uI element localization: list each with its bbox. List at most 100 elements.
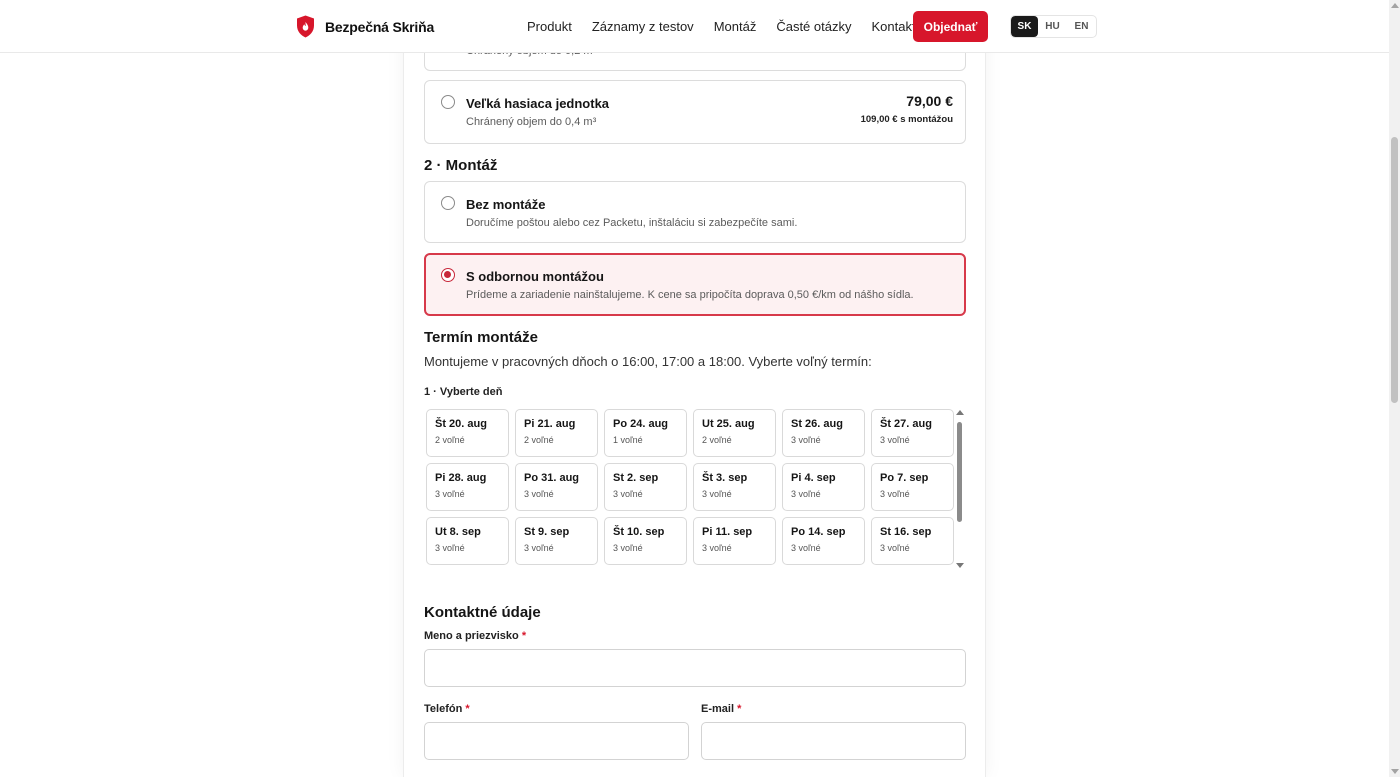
day-option[interactable]: Po 31. aug 3 voľné [515, 463, 598, 511]
install-none-desc: Doručíme poštou alebo cez Packetu, inšta… [466, 217, 798, 229]
language-switcher: SK HU EN [1010, 15, 1097, 38]
day-picker-grid: Št 20. aug 2 voľné Pi 21. aug 2 voľné Po 24.… [426, 409, 956, 565]
day-option-label: Pi 4. sep [791, 472, 836, 484]
email-required-mark: * [737, 703, 742, 715]
day-option[interactable]: Pi 28. aug 3 voľné [426, 463, 509, 511]
day-option-label: St 26. aug [791, 418, 843, 430]
lang-en[interactable]: EN [1067, 16, 1096, 37]
install-option-professional[interactable]: S odbornou montážou Prídeme a zariadenie… [424, 253, 966, 316]
day-option[interactable]: Ut 8. sep 3 voľné [426, 517, 509, 565]
page-scrollbar[interactable] [1389, 0, 1400, 777]
day-option-label: Ut 8. sep [435, 526, 481, 538]
nav-item-test-records[interactable]: Záznamy z testov [592, 19, 694, 34]
phone-field[interactable] [424, 722, 689, 760]
day-option[interactable]: Št 3. sep 3 voľné [693, 463, 776, 511]
day-picker-scroll-up-icon[interactable] [956, 410, 964, 415]
day-option[interactable]: Pi 4. sep 3 voľné [782, 463, 865, 511]
shield-icon [297, 15, 314, 38]
lang-hu[interactable]: HU [1038, 16, 1067, 37]
schedule-heading: Termín montáže [424, 329, 538, 346]
name-field[interactable] [424, 649, 966, 687]
day-option-availability: 2 voľné [435, 435, 465, 445]
day-option[interactable]: Št 10. sep 3 voľné [604, 517, 687, 565]
phone-label-text: Telefón [424, 703, 463, 715]
day-option-label: St 16. sep [880, 526, 932, 538]
day-option[interactable]: Po 7. sep 3 voľné [871, 463, 954, 511]
day-option-availability: 3 voľné [435, 489, 465, 499]
day-option-label: Ut 25. aug [702, 418, 755, 430]
product-large-radio[interactable] [441, 95, 455, 109]
day-option[interactable]: Ut 25. aug 2 voľné [693, 409, 776, 457]
day-option[interactable]: Pi 11. sep 3 voľné [693, 517, 776, 565]
product-large-price-install: 109,00 € s montážou [860, 114, 953, 125]
nav-item-faq[interactable]: Časté otázky [776, 19, 851, 34]
order-button[interactable]: Objednať [913, 11, 988, 42]
nav-item-product[interactable]: Produkt [527, 19, 572, 34]
day-option[interactable]: Št 27. aug 3 voľné [871, 409, 954, 457]
product-large-title: Veľká hasiaca jednotka [466, 96, 610, 111]
day-option-availability: 3 voľné [702, 489, 732, 499]
name-label-text: Meno a priezvisko [424, 630, 519, 642]
day-option-availability: 3 voľné [524, 489, 554, 499]
day-picker-scroll-down-icon[interactable] [956, 563, 964, 568]
brand-logo-link[interactable]: Bezpečná Skriňa [296, 15, 434, 38]
day-option-availability: 3 voľné [791, 435, 821, 445]
contact-heading: Kontaktné údaje [424, 604, 541, 621]
day-step-label: 1 · Vyberte deň [424, 386, 503, 398]
install-professional-radio[interactable] [441, 268, 455, 282]
page-scroll-up-icon[interactable] [1391, 3, 1399, 8]
product-large-desc: Chránený objem do 0,4 m³ [466, 116, 597, 128]
name-label: Meno a priezvisko * [424, 630, 526, 642]
day-option-availability: 3 voľné [791, 543, 821, 553]
day-option-availability: 3 voľné [702, 543, 732, 553]
day-option-label: Št 3. sep [702, 472, 748, 484]
day-option-availability: 3 voľné [880, 543, 910, 553]
page-scroll-down-icon[interactable] [1391, 769, 1399, 774]
day-option[interactable]: Pi 21. aug 2 voľné [515, 409, 598, 457]
nav-item-installation[interactable]: Montáž [714, 19, 757, 34]
day-option[interactable]: St 26. aug 3 voľné [782, 409, 865, 457]
day-picker-scrollbar[interactable] [955, 409, 965, 569]
lang-sk[interactable]: SK [1011, 16, 1038, 37]
day-option[interactable]: St 2. sep 3 voľné [604, 463, 687, 511]
site-header: Bezpečná Skriňa Produkt Záznamy z testov… [0, 0, 1389, 53]
day-option-availability: 3 voľné [613, 543, 643, 553]
day-option-availability: 2 voľné [702, 435, 732, 445]
email-field[interactable] [701, 722, 966, 760]
name-required-mark: * [521, 630, 527, 642]
main-nav: Produkt Záznamy z testov Montáž Časté ot… [527, 19, 936, 34]
day-option-availability: 3 voľné [613, 489, 643, 499]
day-option-label: Pi 11. sep [702, 526, 753, 538]
email-label-text: E-mail [701, 703, 735, 715]
day-option-availability: 3 voľné [524, 543, 554, 553]
day-option-label: Po 31. aug [524, 472, 580, 484]
install-none-title: Bez montáže [466, 197, 546, 212]
day-option-label: Št 27. aug [880, 418, 932, 430]
day-option-availability: 3 voľné [791, 489, 821, 499]
day-option[interactable]: Po 14. sep 3 voľné [782, 517, 865, 565]
page-scroll-thumb[interactable] [1391, 137, 1398, 403]
phone-required-mark: * [465, 703, 470, 715]
day-option[interactable]: St 16. sep 3 voľné [871, 517, 954, 565]
day-option-label: Pi 28. aug [435, 472, 487, 484]
install-professional-title: S odbornou montážou [466, 269, 604, 284]
day-option-label: Št 20. aug [435, 418, 487, 430]
install-option-none[interactable]: Bez montáže Doručíme poštou alebo cez Pa… [424, 181, 966, 243]
day-option-availability: 1 voľné [613, 435, 643, 445]
product-option-large[interactable]: Veľká hasiaca jednotka Chránený objem do… [424, 80, 966, 144]
product-large-price: 79,00 € [906, 93, 953, 109]
day-option-availability: 3 voľné [880, 435, 910, 445]
install-none-radio[interactable] [441, 196, 455, 210]
day-option[interactable]: Po 24. aug 1 voľné [604, 409, 687, 457]
schedule-intro: Montujeme v pracovných dňoch o 16:00, 17… [424, 354, 872, 369]
install-heading: 2 · Montáž [424, 157, 498, 174]
nav-item-contact[interactable]: Kontakt [871, 19, 915, 34]
day-option-label: St 2. sep [613, 472, 659, 484]
day-option[interactable]: St 9. sep 3 voľné [515, 517, 598, 565]
install-professional-desc: Prídeme a zariadenie nainštalujeme. K ce… [466, 289, 914, 301]
day-option-label: Po 7. sep [880, 472, 929, 484]
day-picker-scroll-thumb[interactable] [957, 422, 962, 522]
day-option-label: Po 14. sep [791, 526, 846, 538]
day-option-availability: 3 voľné [880, 489, 910, 499]
day-option[interactable]: Št 20. aug 2 voľné [426, 409, 509, 457]
